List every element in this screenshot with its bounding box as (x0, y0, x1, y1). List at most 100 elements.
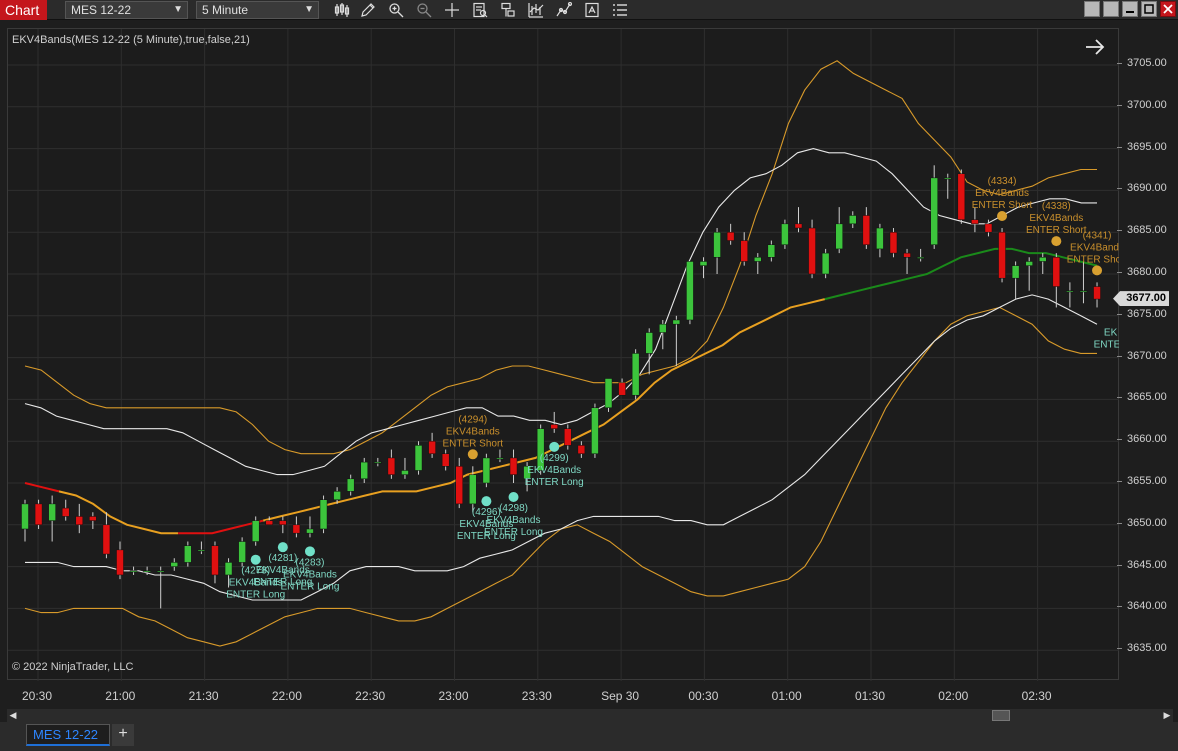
horizontal-scrollbar[interactable]: ◀ ▶ (7, 709, 1173, 722)
candle-down (455, 466, 463, 505)
candle-up (48, 503, 56, 521)
candle-down (102, 524, 111, 555)
candle-down (75, 516, 84, 526)
candle-up (143, 570, 151, 573)
candle-up (224, 562, 233, 576)
instrument-value: MES 12-22 (71, 3, 132, 17)
long-signal-dot (508, 492, 519, 502)
candle-up (319, 499, 328, 530)
candle-down (265, 520, 274, 526)
window-title: Chart (0, 0, 47, 20)
scroll-right-icon[interactable]: ▶ (1161, 709, 1173, 722)
candle-down (577, 445, 586, 454)
signal-label: ENTER Long (525, 477, 584, 488)
window-option-button[interactable] (1103, 1, 1119, 17)
outer-upper-band (24, 60, 1097, 455)
signal-label: EK (1104, 327, 1118, 338)
candle-up (659, 323, 667, 333)
window-option-button[interactable] (1084, 1, 1100, 17)
indicators-icon[interactable] (526, 1, 546, 19)
signal-label: ENTER Short (1067, 254, 1120, 265)
short-signal-dot (997, 211, 1008, 222)
signal-label: (4334) (988, 176, 1017, 187)
properties-icon[interactable] (582, 1, 602, 19)
candle-up (197, 549, 206, 552)
candle-down (726, 231, 735, 241)
candle-up (930, 177, 938, 245)
signal-label: ENTER Short (443, 438, 504, 449)
time-tick-label: 02:00 (938, 689, 969, 703)
signal-label: (4283) (296, 557, 325, 568)
minimize-button[interactable] (1122, 1, 1138, 17)
candle-up (129, 570, 138, 573)
interval-selector[interactable]: 5 Minute ▼ (196, 1, 319, 19)
strategies-icon[interactable] (554, 1, 574, 19)
candle-up (754, 257, 762, 262)
candle-up (333, 491, 341, 500)
time-tick-label: Sep 30 (601, 689, 640, 703)
chart-window: Chart MES 12-22 ▼ 5 Minute ▼ (4278) EKV4… (0, 0, 1178, 751)
time-tick-label: 02:30 (1021, 689, 1052, 703)
candle-up (414, 445, 423, 471)
draw-pencil-icon[interactable] (358, 1, 378, 19)
candle-down (509, 457, 518, 475)
chevron-down-icon: ▼ (173, 4, 183, 15)
candle-down (808, 227, 816, 275)
candle-down (1052, 257, 1061, 287)
time-tick-label: 22:00 (271, 689, 302, 703)
candle-down (279, 520, 287, 526)
signal-label: EKV4Bands (1029, 213, 1083, 224)
long-signal-dot (250, 554, 261, 565)
signal-label: (4298) (499, 503, 528, 514)
candle-up (645, 332, 653, 354)
add-tab-button[interactable]: + (112, 724, 134, 746)
candle-up (631, 353, 640, 396)
tab-instrument[interactable]: MES 12-22 (26, 724, 110, 746)
data-box-icon[interactable] (470, 1, 490, 19)
chart-panel[interactable]: (4278) EKV4Bands ENTER Long (4281) EKV4Bands… (7, 28, 1120, 681)
signal-label: EKV4Bands (975, 188, 1029, 199)
candle-down (618, 382, 626, 396)
price-axis[interactable]: 3705.00 3700.00 3695.00 3690.00 3685.00 3680.… (1117, 28, 1178, 680)
zoom-out-icon[interactable] (414, 1, 434, 19)
candle-down (1093, 286, 1101, 300)
candle-up (156, 570, 165, 573)
candle-down (428, 440, 436, 454)
candle-down (550, 424, 558, 429)
candle-up (21, 503, 29, 530)
instrument-selector[interactable]: MES 12-22 ▼ (65, 1, 188, 19)
candle-down (740, 240, 748, 262)
candle-down (387, 457, 396, 475)
scroll-thumb[interactable] (992, 710, 1010, 721)
candle-down (971, 219, 979, 225)
zoom-in-icon[interactable] (386, 1, 406, 19)
time-tick-label: 22:30 (355, 689, 386, 703)
menu-icon[interactable] (610, 1, 630, 19)
signal-label: EKV4Bands (446, 426, 500, 437)
scroll-left-icon[interactable]: ◀ (7, 709, 19, 722)
crosshair-icon[interactable] (442, 1, 462, 19)
candle-up (767, 244, 776, 258)
arrow-right-icon[interactable] (1083, 37, 1107, 57)
candle-up (604, 378, 613, 409)
candle-down (61, 507, 70, 517)
maximize-button[interactable] (1141, 1, 1157, 17)
candle-down (794, 223, 803, 229)
time-axis[interactable]: 20:30 21:00 21:30 22:00 22:30 23:00 23:30 Sep 3… (7, 680, 1119, 708)
bar-type-icon[interactable] (332, 1, 352, 19)
time-tick-label: 01:00 (771, 689, 802, 703)
signal-label: (4281) (268, 553, 297, 564)
candle-up (469, 474, 477, 505)
price-chart[interactable]: (4278)EKV4BandsENTER Long(4281)EKV4Bands… (8, 29, 1120, 681)
signal-label: ENTER Long (226, 590, 285, 601)
time-tick-label: 21:30 (188, 689, 219, 703)
candle-up (401, 470, 409, 475)
short-signal-dot (467, 449, 478, 460)
candle-up (360, 461, 368, 480)
candle-up (686, 261, 694, 321)
templates-icon[interactable] (498, 1, 518, 19)
short-signal-dot (1092, 265, 1103, 276)
close-button[interactable] (1160, 1, 1176, 17)
candle-down (862, 215, 871, 245)
candle-down (89, 516, 97, 521)
